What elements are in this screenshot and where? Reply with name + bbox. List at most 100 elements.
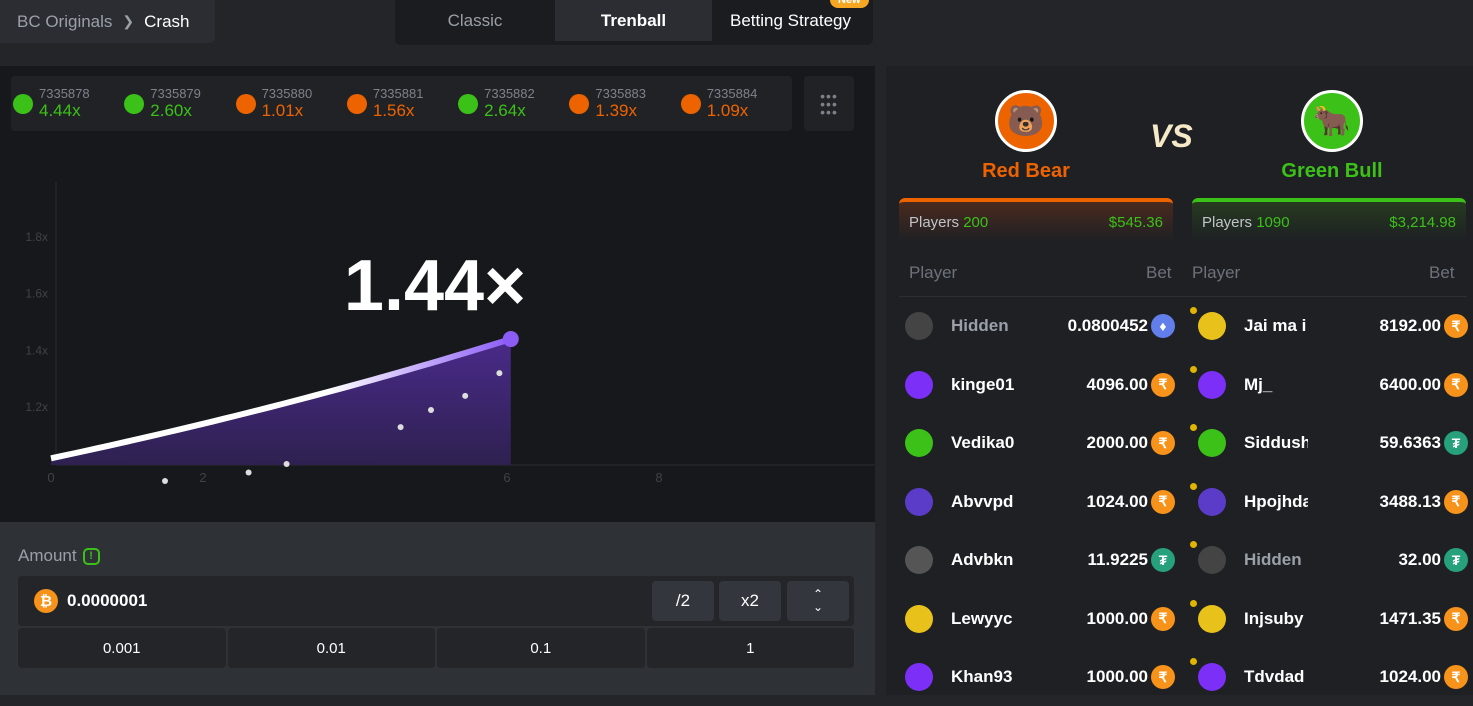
players-label: Players	[1202, 213, 1253, 231]
amount-stepper[interactable]: ⌃ ⌄	[787, 581, 849, 621]
cashout-dot	[397, 424, 404, 431]
history-item[interactable]: 7335878 4.44x	[13, 86, 124, 121]
tab-trenball[interactable]: Trenball	[555, 0, 712, 41]
history-item[interactable]: 7335884 1.09x	[680, 86, 792, 121]
amount-input[interactable]: ₿ 0.0000001 /2 x2 ⌃ ⌄	[18, 576, 854, 626]
avatar[interactable]	[1198, 604, 1226, 633]
cashout-dot	[283, 461, 290, 467]
y-tick-label: 1.8x	[25, 230, 48, 244]
player-name[interactable]: Mj_	[1244, 375, 1308, 395]
player-name[interactable]: Hpojhda	[1244, 492, 1308, 512]
history-item[interactable]: 7335880 1.01x	[235, 86, 347, 121]
half-button[interactable]: /2	[652, 581, 714, 621]
bet-amount: 32.00	[1398, 550, 1441, 569]
quick-amount-button[interactable]: 0.001	[18, 628, 226, 668]
cashout-dot	[245, 469, 252, 476]
rupee-icon: ₹	[1151, 431, 1175, 455]
amount-value[interactable]: 0.0000001	[67, 591, 147, 611]
avatar[interactable]	[1198, 663, 1226, 691]
red-team-summary: Players 200 $545.36	[899, 198, 1173, 242]
round-id: 7335881	[372, 85, 424, 101]
y-tick-label: 1.6x	[25, 287, 48, 301]
double-button[interactable]: x2	[719, 581, 781, 621]
avatar[interactable]	[1198, 370, 1226, 399]
chevron-down-icon[interactable]: ⌄	[813, 601, 823, 614]
player-name[interactable]: Abvvpd	[951, 492, 1015, 512]
player-name[interactable]: Vedika0	[951, 433, 1015, 453]
bet-row: Tdvdad 1024.00 ₹	[1190, 648, 1468, 706]
rupee-icon: ₹	[1151, 489, 1175, 514]
player-name[interactable]: Advbkn	[951, 550, 1015, 570]
green-team-summary: Players 1090 $3,214.98	[1192, 198, 1466, 242]
tether-icon: ₮	[1444, 548, 1468, 572]
round-multiplier: 1.39x	[595, 100, 637, 120]
history-item[interactable]: 7335881 1.56x	[346, 85, 458, 121]
x-tick-label: 8	[655, 470, 662, 485]
team-green-bull[interactable]: 🐂 Green Bull	[1270, 90, 1394, 183]
quick-amounts: 0.001 0.01 0.1 1	[18, 628, 854, 668]
status-dot	[1190, 658, 1197, 665]
rupee-icon: ₹	[1444, 372, 1468, 397]
bet-amount: 59.6363	[1379, 433, 1441, 452]
avatar[interactable]	[905, 663, 933, 691]
history-bar: 7335878 4.44x 7335879 2.60x 7335880 1.01x 7335…	[11, 76, 792, 131]
team-total: $3,214.98	[1389, 213, 1456, 231]
bet-amount: 11.9225	[1087, 550, 1148, 569]
avatar[interactable]	[905, 429, 933, 457]
bet-row: Hpojhda 3488.13 ₹	[1190, 473, 1468, 531]
player-name[interactable]: Lewyyc	[951, 609, 1015, 629]
avatar[interactable]	[905, 546, 933, 574]
result-dot-icon	[569, 93, 590, 114]
avatar[interactable]	[905, 312, 933, 340]
crash-chart: 1.2x 1.4x 1.6x 1.8x 0 2 6 8 1.44×	[25, 182, 875, 485]
player-header: Player	[909, 263, 958, 282]
y-tick-label: 1.4x	[25, 343, 48, 357]
player-name[interactable]: Hidden	[951, 316, 1015, 336]
chevron-right-icon: ❯	[122, 13, 135, 29]
rupee-icon: ₹	[1151, 665, 1175, 689]
tab-classic[interactable]: Classic	[395, 0, 555, 41]
bet-amount: 8192.00	[1379, 316, 1441, 335]
bet-row: Advbkn 11.9225 ₮	[905, 531, 1175, 589]
result-dot-icon	[346, 93, 367, 114]
status-dot	[1190, 599, 1197, 607]
player-name[interactable]: Injsuby	[1244, 609, 1308, 629]
bet-row: Khan93 1000.00 ₹	[905, 648, 1175, 706]
bet-amount: 6400.00	[1379, 374, 1441, 394]
result-dot-icon	[680, 93, 701, 114]
bet-amount: 2000.00	[1086, 433, 1148, 452]
bet-amount: 1024.00	[1086, 491, 1148, 511]
info-icon[interactable]: !	[82, 547, 100, 565]
player-name[interactable]: Jai ma i	[1244, 316, 1308, 336]
quick-amount-button[interactable]: 0.1	[437, 628, 645, 668]
player-name[interactable]: kinge01	[951, 375, 1015, 395]
player-name[interactable]: Siddush	[1244, 433, 1308, 453]
breadcrumb-parent[interactable]: BC Originals	[17, 12, 112, 32]
status-dot	[1190, 307, 1197, 314]
avatar[interactable]	[1198, 546, 1226, 574]
avatar[interactable]	[1198, 429, 1226, 457]
rupee-icon: ₹	[1151, 606, 1175, 631]
cashout-dot	[428, 407, 434, 414]
avatar[interactable]	[905, 370, 933, 399]
quick-amount-button[interactable]: 1	[646, 628, 854, 668]
player-name[interactable]: Hidden	[1244, 550, 1308, 570]
avatar[interactable]	[1198, 312, 1226, 340]
team-name: Green Bull	[1281, 160, 1383, 182]
bet-amount: 1000.00	[1086, 608, 1148, 628]
ethereum-icon: ♦	[1151, 314, 1175, 338]
history-grid-button[interactable]: ••• ••• •••	[804, 76, 854, 131]
history-item[interactable]: 7335883 1.39x	[569, 86, 680, 121]
quick-amount-button[interactable]: 0.01	[227, 628, 435, 668]
team-total: $545.36	[1108, 213, 1163, 231]
history-item[interactable]: 7335882 2.64x	[458, 86, 569, 121]
player-name[interactable]: Khan93	[951, 667, 1015, 687]
avatar[interactable]	[905, 487, 933, 516]
player-name[interactable]: Tdvdad	[1244, 667, 1308, 687]
avatar[interactable]	[905, 604, 933, 633]
bet-row: kinge01 4096.00 ₹	[905, 356, 1175, 414]
team-red-bear[interactable]: 🐻 Red Bear	[964, 90, 1088, 183]
avatar[interactable]	[1198, 487, 1226, 516]
y-tick-label: 1.2x	[25, 400, 48, 414]
history-item[interactable]: 7335879 2.60x	[124, 86, 235, 121]
